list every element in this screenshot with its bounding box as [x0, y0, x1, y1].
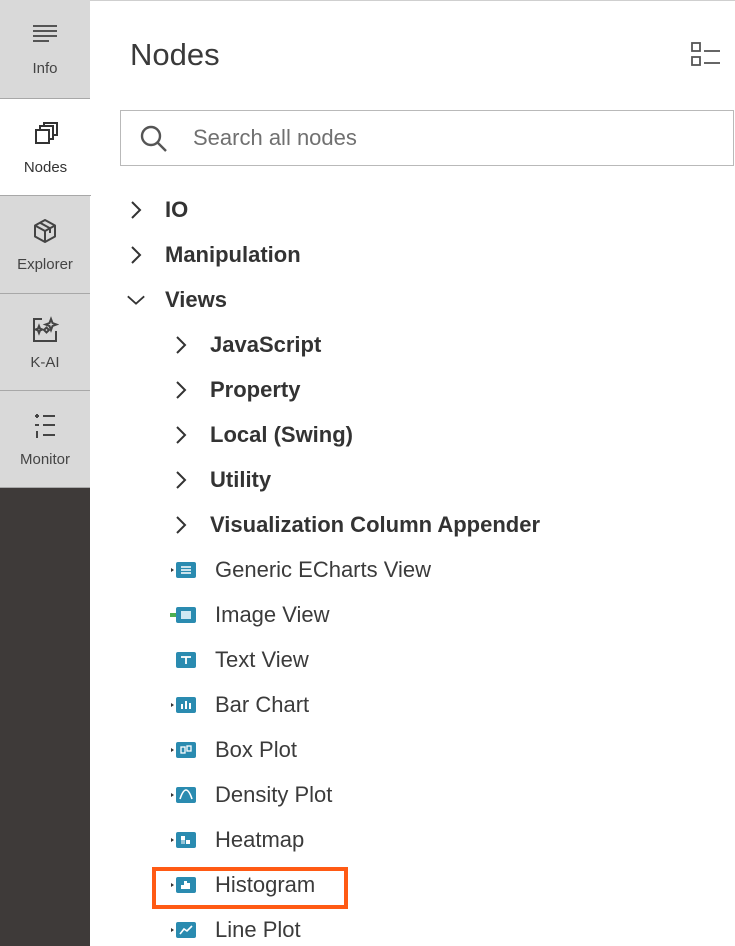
tree-node-label: Generic ECharts View [215, 557, 432, 582]
tree-category-label: IO [165, 197, 189, 222]
tree-subcategory-local-swing[interactable]: Local (Swing) [171, 420, 353, 450]
tree-node-text-view[interactable]: Text View [169, 645, 309, 675]
tree-category-label: Visualization Column Appender [210, 512, 541, 537]
tree-category-label: JavaScript [210, 332, 322, 357]
tree-category-views[interactable]: Views [126, 285, 227, 315]
cube-icon [0, 218, 90, 243]
tree-node-image-view[interactable]: Image View [169, 600, 330, 630]
tree-node-label: Image View [215, 602, 330, 627]
list-view-toggle-button[interactable] [688, 41, 724, 69]
list-view-icon [691, 42, 720, 66]
search-input[interactable] [193, 123, 713, 153]
tree-category-label: Utility [210, 467, 272, 492]
tree-node-box-plot[interactable]: Box Plot [169, 735, 297, 765]
tree-subcategory-visualization-column-appender[interactable]: Visualization Column Appender [171, 510, 540, 540]
tree-subcategory-property[interactable]: Property [171, 375, 300, 405]
ai-sparkle-icon [0, 316, 90, 342]
sidebar-item-label: K-AI [30, 354, 60, 371]
view-node-icon [169, 600, 199, 630]
chevron-down-icon [126, 285, 146, 315]
sidebar-item-monitor[interactable]: Monitor [0, 391, 90, 488]
sidebar-item-label: Monitor [19, 451, 71, 468]
node-repository-panel: Nodes IO Manipulation Views JavaScript P… [91, 1, 735, 946]
tree-node-label: Text View [215, 647, 309, 672]
tree-category-label: Property [210, 377, 301, 402]
tree-subcategory-javascript[interactable]: JavaScript [171, 330, 321, 360]
view-node-icon [169, 690, 199, 720]
tree-node-bar-chart[interactable]: Bar Chart [169, 690, 309, 720]
tree-node-label: Density Plot [215, 782, 333, 807]
sidebar-item-explorer[interactable]: Explorer [0, 196, 90, 294]
sidebar-item-nodes[interactable]: Nodes [0, 99, 91, 196]
search-icon [139, 124, 169, 159]
chevron-right-icon [171, 330, 191, 360]
tree-node-label: Heatmap [215, 827, 305, 852]
chevron-right-icon [171, 375, 191, 405]
view-node-icon [169, 555, 199, 585]
sidebar-item-kai[interactable]: K-AI [0, 294, 90, 391]
view-node-icon [169, 780, 199, 810]
tree-category-io[interactable]: IO [126, 195, 188, 225]
view-node-icon [169, 735, 199, 765]
sidebar-item-label: Explorer [17, 256, 73, 273]
sidebar-item-label: Nodes [23, 159, 68, 176]
tree-subcategory-utility[interactable]: Utility [171, 465, 271, 495]
tree-node-line-plot[interactable]: Line Plot [169, 915, 301, 945]
monitor-list-icon [0, 413, 90, 438]
chevron-right-icon [171, 420, 191, 450]
tree-category-label: Views [165, 287, 227, 312]
chevron-right-icon [171, 510, 191, 540]
tree-node-generic-echarts-view[interactable]: Generic ECharts View [169, 555, 431, 585]
tree-category-label: Manipulation [165, 242, 301, 267]
info-lines-icon [0, 22, 90, 46]
sidebar-item-info[interactable]: Info [0, 0, 90, 99]
side-navigation: Info Nodes Explorer K-AI Monitor [0, 0, 91, 946]
tree-category-manipulation[interactable]: Manipulation [126, 240, 301, 270]
chevron-right-icon [171, 465, 191, 495]
tree-node-heatmap[interactable]: Heatmap [169, 825, 304, 855]
page-title: Nodes [130, 37, 220, 72]
view-node-icon [169, 915, 199, 945]
tree-node-density-plot[interactable]: Density Plot [169, 780, 332, 810]
tree-node-label: Line Plot [215, 917, 301, 942]
nodes-stack-icon [0, 121, 91, 145]
search-box [120, 110, 734, 166]
tree-node-label: Box Plot [215, 737, 297, 762]
tree-category-label: Local (Swing) [210, 422, 353, 447]
highlight-box [152, 867, 348, 909]
sidebar-item-label: Info [32, 60, 58, 77]
tree-node-label: Bar Chart [215, 692, 310, 717]
chevron-right-icon [126, 240, 146, 270]
view-node-icon [169, 825, 199, 855]
chevron-right-icon [126, 195, 146, 225]
view-node-icon [169, 645, 199, 675]
